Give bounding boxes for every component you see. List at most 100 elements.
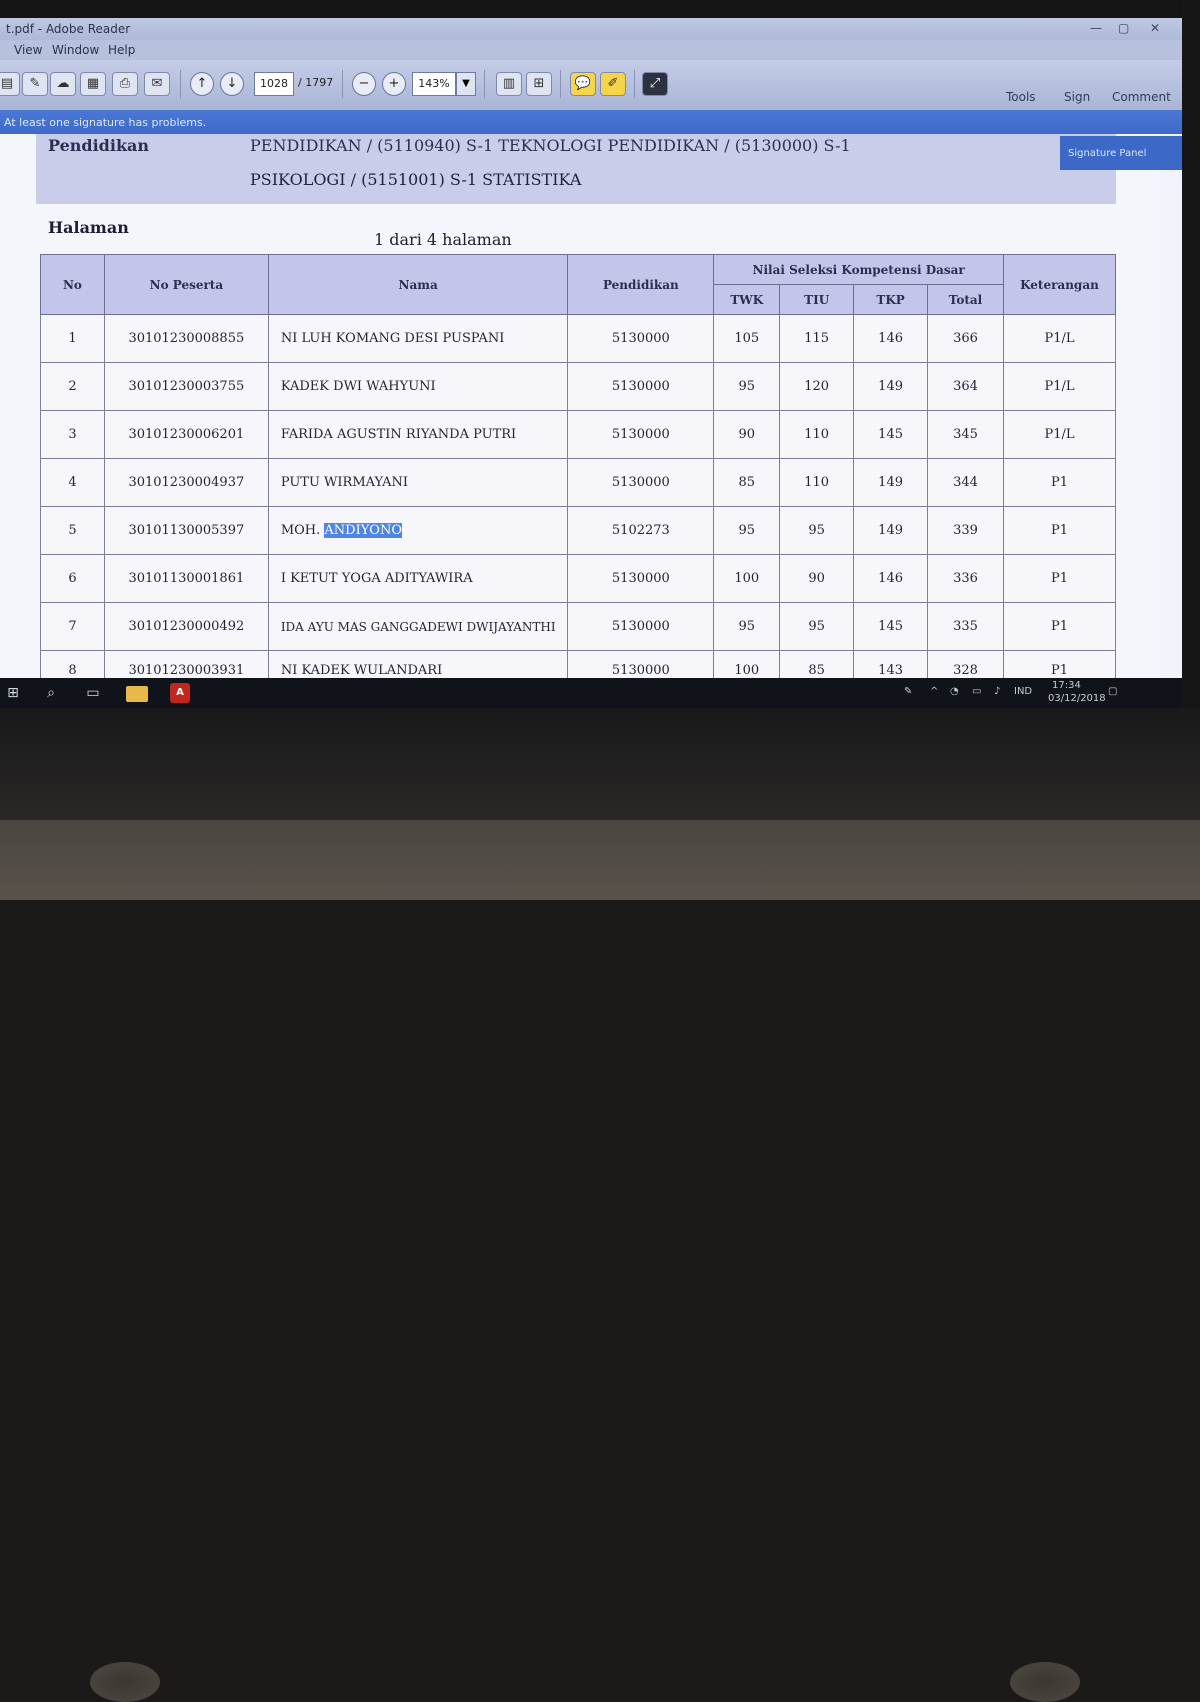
menu-view[interactable]: View — [14, 43, 42, 57]
cell-tiu: 90 — [779, 554, 855, 603]
laptop-keyboard-deck — [0, 820, 1200, 1702]
table-row: 5 30101130005397 MOH. ANDIYONO 5102273 9… — [40, 506, 1117, 555]
next-page-icon[interactable]: ↓ — [220, 72, 244, 96]
cell-no: 6 — [40, 554, 105, 603]
laptop-bezel-right — [1182, 0, 1200, 820]
sign-pane-button[interactable]: Sign — [1064, 90, 1090, 104]
create-pdf-icon[interactable]: ✎ — [22, 72, 48, 96]
fit-width-icon[interactable]: ⊞ — [526, 72, 552, 96]
selected-text-highlight[interactable]: ANDIYONO — [324, 523, 402, 538]
cell-twk: 90 — [713, 410, 781, 459]
cell-total: 344 — [927, 458, 1004, 507]
cell-tkp: 149 — [853, 458, 929, 507]
highlight-icon[interactable]: ✐ — [600, 72, 626, 96]
network-icon[interactable]: ◔ — [950, 686, 959, 697]
page-label: Halaman — [48, 218, 129, 237]
cell-keterangan: P1/L — [1002, 314, 1117, 363]
search-icon[interactable]: ⌕ — [40, 682, 62, 704]
maximize-icon[interactable]: ▢ — [1118, 21, 1129, 35]
cell-no-peserta: 30101130005397 — [103, 506, 269, 555]
clock-date[interactable]: 03/12/2018 — [1048, 693, 1106, 704]
cell-tkp: 149 — [853, 506, 929, 555]
cell-pendidikan: 5102273 — [567, 506, 715, 555]
cell-no: 7 — [40, 602, 105, 651]
cell-no: 5 — [40, 506, 105, 555]
cell-tiu: 95 — [779, 506, 855, 555]
page-total: / 1797 — [298, 76, 334, 89]
zoom-out-icon[interactable]: − — [352, 72, 376, 96]
full-screen-icon[interactable]: ⤢ — [642, 72, 668, 96]
header-no: No — [40, 254, 105, 315]
cell-tiu: 110 — [779, 458, 855, 507]
cell-pendidikan: 5130000 — [567, 458, 715, 507]
adobe-reader-icon[interactable]: A — [170, 683, 190, 703]
print-icon[interactable]: ⎙ — [112, 72, 138, 96]
notifications-icon[interactable]: ▢ — [1108, 686, 1117, 697]
cell-keterangan: P1 — [1002, 458, 1117, 507]
save-icon[interactable]: ▦ — [80, 72, 106, 96]
clock-time[interactable]: 17:34 — [1052, 680, 1081, 691]
zoom-in-icon[interactable]: + — [382, 72, 406, 96]
cell-no-peserta: 30101130001861 — [103, 554, 269, 603]
cell-tkp: 146 — [853, 554, 929, 603]
volume-icon[interactable]: ♪ — [994, 686, 1000, 697]
cell-no: 4 — [40, 458, 105, 507]
cell-total: 345 — [927, 410, 1004, 459]
document-view[interactable]: Pendidikan PENDIDIKAN / (5110940) S-1 TE… — [0, 134, 1160, 694]
cell-nama: KADEK DWI WAHYUNI — [267, 362, 569, 411]
cell-nama[interactable]: MOH. ANDIYONO — [267, 506, 569, 555]
nama-text: MOH. — [280, 523, 325, 538]
cell-tkp: 146 — [853, 314, 929, 363]
battery-icon[interactable]: ▭ — [972, 686, 981, 697]
file-explorer-icon[interactable] — [126, 686, 148, 702]
speaker-grille-left — [90, 1662, 160, 1702]
chevron-down-icon[interactable]: ▼ — [456, 72, 476, 96]
cell-keterangan: P1 — [1002, 506, 1117, 555]
task-view-icon[interactable]: ▭ — [82, 682, 104, 704]
cell-twk: 85 — [713, 458, 781, 507]
cell-tkp: 149 — [853, 362, 929, 411]
cell-keterangan: P1 — [1002, 602, 1117, 651]
cell-nama: I KETUT YOGA ADITYAWIRA — [267, 554, 569, 603]
signature-panel-label: Signature Panel — [1068, 148, 1147, 159]
cell-total: 339 — [927, 506, 1004, 555]
language-indicator[interactable]: IND — [1014, 686, 1032, 697]
header-tiu: TIU — [779, 284, 855, 315]
upload-icon[interactable]: ☁ — [50, 72, 76, 96]
education-line-2: PSIKOLOGI / (5151001) S-1 STATISTIKA — [250, 170, 582, 189]
pen-icon[interactable]: ✎ — [904, 686, 912, 697]
comment-icon[interactable]: 💬 — [570, 72, 596, 96]
table-row: 7 30101230000492 IDA AYU MAS GANGGADEWI … — [40, 602, 1117, 651]
header-nama: Nama — [267, 254, 569, 315]
minimize-icon[interactable]: — — [1090, 21, 1102, 35]
cell-no-peserta: 30101230006201 — [103, 410, 269, 459]
header-total: Total — [927, 284, 1004, 315]
signature-panel-button[interactable]: Signature Panel — [1060, 136, 1182, 170]
cell-no: 3 — [40, 410, 105, 459]
cell-twk: 95 — [713, 506, 781, 555]
table-row: 3 30101230006201 FARIDA AGUSTIN RIYANDA … — [40, 410, 1117, 459]
comment-pane-button[interactable]: Comment — [1112, 90, 1171, 104]
menu-window[interactable]: Window — [52, 43, 99, 57]
zoom-level-select[interactable]: 143% — [412, 72, 456, 96]
open-icon[interactable]: ▤ — [0, 72, 20, 96]
cell-no-peserta: 30101230008855 — [103, 314, 269, 363]
cell-tiu: 110 — [779, 410, 855, 459]
cell-no: 2 — [40, 362, 105, 411]
menu-help[interactable]: Help — [108, 43, 135, 57]
chevron-up-icon[interactable]: ^ — [930, 686, 938, 697]
education-header: Pendidikan PENDIDIKAN / (5110940) S-1 TE… — [36, 134, 1116, 204]
tools-pane-button[interactable]: Tools — [1006, 90, 1036, 104]
table-row: 2 30101230003755 KADEK DWI WAHYUNI 51300… — [40, 362, 1117, 411]
close-icon[interactable]: ✕ — [1150, 21, 1160, 35]
cell-tiu: 95 — [779, 602, 855, 651]
fit-page-icon[interactable]: ▥ — [496, 72, 522, 96]
windows-start-icon[interactable]: ⊞ — [2, 682, 24, 704]
previous-page-icon[interactable]: ↑ — [190, 72, 214, 96]
cell-nama: FARIDA AGUSTIN RIYANDA PUTRI — [267, 410, 569, 459]
header-pendidikan: Pendidikan — [567, 254, 715, 315]
cell-no-peserta: 30101230004937 — [103, 458, 269, 507]
table-row: 6 30101130001861 I KETUT YOGA ADITYAWIRA… — [40, 554, 1117, 603]
email-icon[interactable]: ✉ — [144, 72, 170, 96]
page-number-input[interactable]: 1028 — [254, 72, 294, 96]
